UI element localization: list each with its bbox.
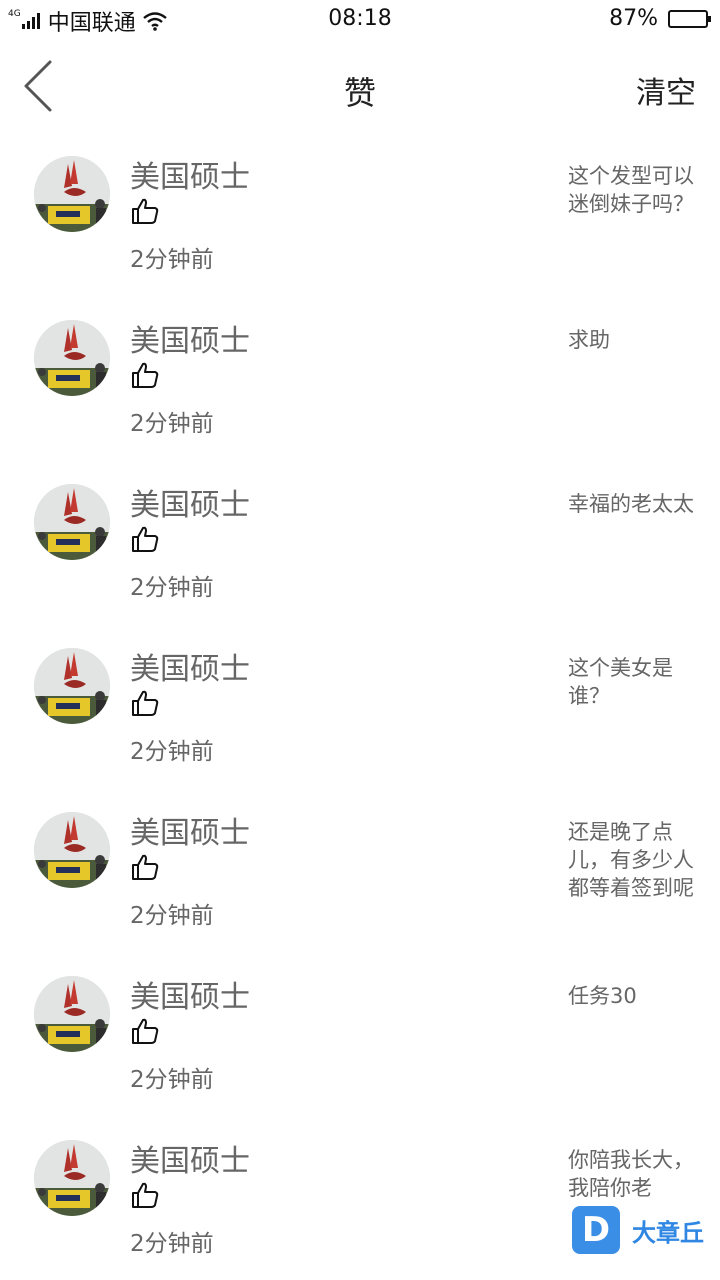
- likes-list: 美国硕士 2分钟前 这个发型可以迷倒妹子吗？ 美国硕士 2分钟前 求助 美国硕士…: [0, 140, 720, 1280]
- status-right: 87%: [609, 6, 711, 31]
- like-time: 2分钟前: [130, 903, 214, 929]
- like-time: 2分钟前: [130, 247, 214, 273]
- like-time: 2分钟前: [130, 1067, 214, 1093]
- avatar[interactable]: [34, 484, 110, 560]
- user-name[interactable]: 美国硕士: [130, 480, 250, 524]
- liked-post-text[interactable]: 还是晚了点儿，有多少人都等着签到呢: [568, 818, 694, 902]
- user-name[interactable]: 美国硕士: [130, 1136, 250, 1180]
- liked-post-text[interactable]: 幸福的老太太: [568, 490, 694, 518]
- clear-button[interactable]: 清空: [636, 68, 696, 112]
- avatar[interactable]: [34, 812, 110, 888]
- thumbs-up-icon: [130, 1016, 160, 1046]
- avatar[interactable]: [34, 1140, 110, 1216]
- like-time: 2分钟前: [130, 575, 214, 601]
- thumbs-up-icon: [130, 852, 160, 882]
- like-list-item[interactable]: 美国硕士 2分钟前 求助: [0, 304, 720, 468]
- liked-post-text[interactable]: 任务30: [568, 982, 694, 1010]
- thumbs-up-icon: [130, 524, 160, 554]
- user-name[interactable]: 美国硕士: [130, 316, 250, 360]
- like-time: 2分钟前: [130, 739, 214, 765]
- watermark-logo: D: [572, 1206, 620, 1254]
- user-name[interactable]: 美国硕士: [130, 152, 250, 196]
- thumbs-up-icon: [130, 1180, 160, 1210]
- liked-post-text[interactable]: 这个发型可以迷倒妹子吗？: [568, 162, 694, 218]
- avatar[interactable]: [34, 156, 110, 232]
- liked-post-text[interactable]: 这个美女是谁？: [568, 654, 694, 710]
- avatar[interactable]: [34, 976, 110, 1052]
- avatar[interactable]: [34, 648, 110, 724]
- like-list-item[interactable]: 美国硕士 2分钟前 你陪我长大，我陪你老: [0, 1124, 720, 1280]
- thumbs-up-icon: [130, 688, 160, 718]
- like-time: 2分钟前: [130, 1231, 214, 1257]
- user-name[interactable]: 美国硕士: [130, 644, 250, 688]
- page-title: 赞: [343, 74, 376, 112]
- like-list-item[interactable]: 美国硕士 2分钟前 幸福的老太太: [0, 468, 720, 632]
- like-list-item[interactable]: 美国硕士 2分钟前 任务30: [0, 960, 720, 1124]
- battery-percent: 87%: [609, 6, 658, 31]
- like-list-item[interactable]: 美国硕士 2分钟前 还是晚了点儿，有多少人都等着签到呢: [0, 796, 720, 960]
- user-name[interactable]: 美国硕士: [130, 808, 250, 852]
- liked-post-text[interactable]: 你陪我长大，我陪你老: [568, 1146, 694, 1202]
- status-bar: 4G 中国联通 08:18 87%: [0, 0, 720, 38]
- like-list-item[interactable]: 美国硕士 2分钟前 这个发型可以迷倒妹子吗？: [0, 140, 720, 304]
- thumbs-up-icon: [130, 360, 160, 390]
- watermark: D 大章丘: [572, 1206, 704, 1254]
- user-name[interactable]: 美国硕士: [130, 972, 250, 1016]
- liked-post-text[interactable]: 求助: [568, 326, 694, 354]
- battery-icon: [668, 9, 711, 28]
- like-time: 2分钟前: [130, 411, 214, 437]
- watermark-text: 大章丘: [632, 1218, 704, 1247]
- nav-bar: 赞 清空: [0, 40, 720, 136]
- like-list-item[interactable]: 美国硕士 2分钟前 这个美女是谁？: [0, 632, 720, 796]
- avatar[interactable]: [34, 320, 110, 396]
- thumbs-up-icon: [130, 196, 160, 226]
